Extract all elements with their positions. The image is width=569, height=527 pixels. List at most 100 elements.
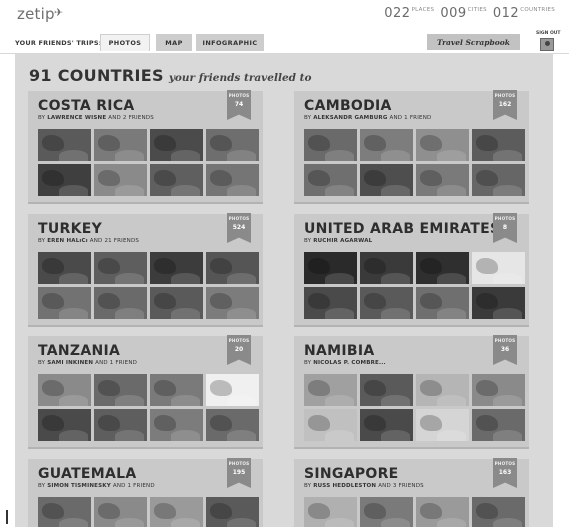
page-title: 91 COUNTRIES your friends travelled to — [29, 66, 311, 85]
plane-icon: ✈ — [54, 6, 64, 19]
friend-name[interactable]: RUSS HEDDLESTON — [313, 483, 376, 489]
country-name[interactable]: COSTA RICA — [38, 98, 135, 114]
photo-thumbnail[interactable] — [472, 497, 525, 527]
photo-thumbnail[interactable] — [360, 497, 413, 527]
tab-map[interactable]: MAP — [156, 34, 192, 51]
stat-value: 022 — [384, 6, 411, 21]
photo-thumbnail[interactable] — [304, 497, 357, 527]
photo-thumbnail[interactable] — [416, 497, 469, 527]
photo-thumbnail[interactable] — [206, 409, 259, 441]
photo-thumbnail[interactable] — [472, 287, 525, 319]
country-name[interactable]: GUATEMALA — [38, 466, 137, 482]
country-card[interactable]: COSTA RICA BY LAWRENCE WISNE AND 2 FRIEND… — [28, 90, 263, 204]
country-name[interactable]: TURKEY — [38, 221, 102, 237]
avatar[interactable] — [540, 38, 554, 51]
photo-thumbnail[interactable] — [94, 252, 147, 284]
country-name[interactable]: NAMIBIA — [304, 343, 375, 359]
friend-name[interactable]: LAWRENCE WISNE — [47, 115, 106, 121]
photo-thumbnail[interactable] — [206, 164, 259, 196]
badge-label: PHOTOS — [228, 461, 250, 466]
photo-thumbnail[interactable] — [150, 497, 203, 527]
photo-thumbnail[interactable] — [416, 287, 469, 319]
photo-thumbnail[interactable] — [416, 129, 469, 161]
country-card[interactable]: TURKEY BY EREN HALıCı AND 21 FRIENDS PHOTO… — [28, 213, 263, 327]
sign-out-link[interactable]: SIGN OUT — [536, 31, 561, 36]
photo-thumbnail[interactable] — [304, 287, 357, 319]
photo-thumbnail[interactable] — [38, 164, 91, 196]
friend-name[interactable]: SIMON TISMINESKY — [47, 483, 111, 489]
photo-thumbnail[interactable] — [304, 374, 357, 406]
photo-thumbnail[interactable] — [206, 252, 259, 284]
photo-thumbnail[interactable] — [150, 129, 203, 161]
badge-label: PHOTOS — [494, 93, 516, 98]
travel-scrapbook-button[interactable]: Travel Scrapbook — [427, 34, 520, 50]
photo-thumbnail[interactable] — [150, 252, 203, 284]
photo-thumbnail[interactable] — [150, 374, 203, 406]
friend-name[interactable]: RUCHIR AGARWAL — [313, 238, 372, 244]
country-name[interactable]: SINGAPORE — [304, 466, 399, 482]
photo-count-badge: PHOTOS 74 — [227, 90, 251, 120]
photo-thumbnail[interactable] — [360, 252, 413, 284]
card-byline: BY RUCHIR AGARWAL — [304, 238, 372, 244]
photo-thumbnail[interactable] — [472, 252, 525, 284]
photo-thumbnail[interactable] — [360, 164, 413, 196]
photo-thumbnail[interactable] — [94, 164, 147, 196]
photo-thumbnail[interactable] — [38, 497, 91, 527]
tab-infographic[interactable]: INFOGRAPHIC — [196, 34, 264, 51]
friend-count: AND 2 FRIENDS — [108, 115, 154, 121]
photo-thumbnail[interactable] — [472, 164, 525, 196]
photo-thumbnail[interactable] — [206, 287, 259, 319]
photo-thumbnail[interactable] — [38, 409, 91, 441]
friend-name[interactable]: NICOLAS P. COMBRE... — [313, 360, 386, 366]
photo-thumbnail[interactable] — [38, 129, 91, 161]
photo-thumbnail[interactable] — [304, 252, 357, 284]
logo[interactable]: zetip — [17, 5, 55, 23]
photo-grid — [304, 497, 526, 527]
country-card[interactable]: UNITED ARAB EMIRATES BY RUCHIR AGARWAL PH… — [294, 213, 529, 327]
friend-name[interactable]: SAMI INKINEN — [47, 360, 93, 366]
photo-thumbnail[interactable] — [38, 252, 91, 284]
photo-thumbnail[interactable] — [304, 129, 357, 161]
photo-thumbnail[interactable] — [94, 287, 147, 319]
friend-name[interactable]: EREN HALıCı — [47, 238, 88, 244]
photo-thumbnail[interactable] — [416, 409, 469, 441]
photo-thumbnail[interactable] — [472, 129, 525, 161]
country-name[interactable]: UNITED ARAB EMIRATES — [304, 221, 500, 237]
country-card[interactable]: NAMIBIA BY NICOLAS P. COMBRE... PHOTOS 36 — [294, 335, 529, 449]
photo-thumbnail[interactable] — [94, 497, 147, 527]
photo-thumbnail[interactable] — [360, 129, 413, 161]
photo-thumbnail[interactable] — [94, 409, 147, 441]
country-card[interactable]: SINGAPORE BY RUSS HEDDLESTON AND 3 FRIEND… — [294, 458, 529, 527]
photo-thumbnail[interactable] — [38, 287, 91, 319]
country-card[interactable]: TANZANIA BY SAMI INKINEN AND 1 FRIEND PHOT… — [28, 335, 263, 449]
photo-thumbnail[interactable] — [150, 164, 203, 196]
photo-thumbnail[interactable] — [94, 374, 147, 406]
stat-value: 009 — [440, 6, 467, 21]
badge-label: PHOTOS — [228, 216, 250, 221]
photo-thumbnail[interactable] — [94, 129, 147, 161]
photo-thumbnail[interactable] — [416, 164, 469, 196]
stat-label: CITIES — [467, 7, 487, 13]
friend-name[interactable]: ALEKSANDR GAMBURG — [313, 115, 387, 121]
photo-thumbnail[interactable] — [206, 129, 259, 161]
tab-photos[interactable]: PHOTOS — [100, 34, 150, 51]
photo-thumbnail[interactable] — [304, 409, 357, 441]
photo-thumbnail[interactable] — [472, 374, 525, 406]
photo-thumbnail[interactable] — [206, 374, 259, 406]
photo-thumbnail[interactable] — [150, 409, 203, 441]
friend-count: AND 21 FRIENDS — [89, 238, 140, 244]
photo-thumbnail[interactable] — [416, 374, 469, 406]
photo-thumbnail[interactable] — [304, 164, 357, 196]
country-name[interactable]: CAMBODIA — [304, 98, 392, 114]
country-card[interactable]: CAMBODIA BY ALEKSANDR GAMBURG AND 1 FRIEN… — [294, 90, 529, 204]
photo-thumbnail[interactable] — [206, 497, 259, 527]
photo-thumbnail[interactable] — [360, 409, 413, 441]
country-card[interactable]: GUATEMALA BY SIMON TISMINESKY AND 1 FRIEN… — [28, 458, 263, 527]
photo-thumbnail[interactable] — [360, 374, 413, 406]
photo-thumbnail[interactable] — [472, 409, 525, 441]
photo-thumbnail[interactable] — [38, 374, 91, 406]
photo-thumbnail[interactable] — [150, 287, 203, 319]
photo-thumbnail[interactable] — [360, 287, 413, 319]
photo-thumbnail[interactable] — [416, 252, 469, 284]
country-name[interactable]: TANZANIA — [38, 343, 120, 359]
